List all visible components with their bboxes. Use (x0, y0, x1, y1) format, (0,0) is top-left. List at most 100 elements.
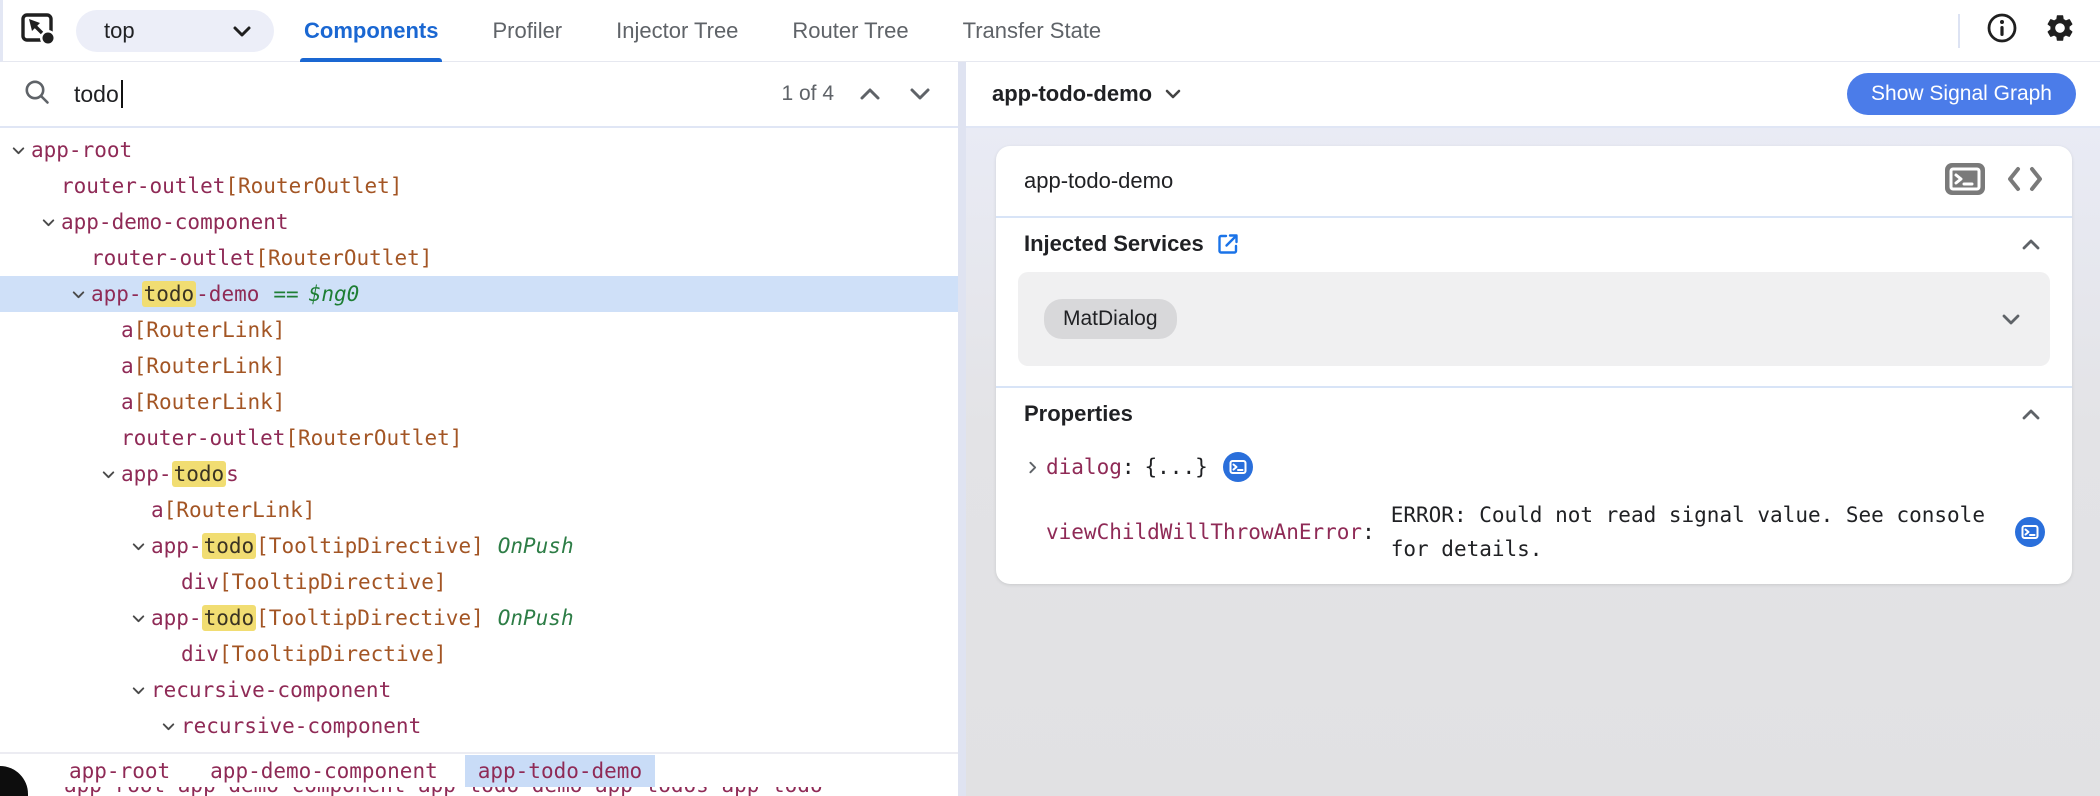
tree-segment-match: todo (171, 461, 227, 487)
tree-segment-el: div (181, 642, 219, 666)
property-row: viewChildWillThrowAnError: ERROR: Could n… (1024, 498, 2046, 566)
tree-segment-dir: [RouterLink] (163, 498, 316, 522)
expand-chevron-icon[interactable] (160, 718, 181, 735)
expand-chevron-icon[interactable] (70, 286, 91, 303)
tree-row[interactable]: app-demo-component (0, 204, 958, 240)
component-menu-chevron-icon[interactable] (1162, 83, 1184, 105)
expand-chevron-icon[interactable] (130, 538, 151, 555)
inspect-element-button[interactable] (18, 11, 58, 51)
search-result-count: 1 of 4 (781, 82, 834, 105)
next-match-button[interactable] (906, 80, 934, 108)
tree-segment-dir: [TooltipDirective] (256, 534, 484, 558)
property-row: dialog: {...} (1024, 444, 2046, 490)
previous-match-button[interactable] (856, 80, 884, 108)
tree-segment-el: a (121, 354, 134, 378)
info-icon (1986, 12, 2018, 49)
view-source-icon[interactable] (2006, 165, 2044, 198)
inspector-content: app-todo-demo Injected Services MatDialo… (966, 128, 2100, 796)
frame-selector-dropdown[interactable]: top (76, 9, 274, 52)
tree-row[interactable]: app-todo -demo == $ng0 (0, 276, 958, 312)
inspect-element-icon (19, 11, 57, 50)
tree-row[interactable]: div [TooltipDirective] (0, 564, 958, 600)
log-to-console-icon[interactable] (2014, 516, 2046, 548)
breadcrumb-item[interactable]: app-todo-demo (464, 754, 656, 787)
collapse-section-icon[interactable] (2018, 401, 2044, 427)
property-colon: : (1362, 520, 1375, 544)
show-signal-graph-button[interactable]: Show Signal Graph (1847, 73, 2076, 115)
tree-row[interactable]: recursive-component (0, 672, 958, 708)
expand-services-icon[interactable] (1998, 306, 2024, 332)
toolbar-right (1958, 12, 2100, 49)
expand-chevron-icon[interactable] (100, 466, 121, 483)
property-name: viewChildWillThrowAnError (1046, 520, 1363, 544)
collapse-section-icon[interactable] (2018, 231, 2044, 257)
breadcrumb-item[interactable]: app-demo-component (197, 755, 451, 787)
devtools-tabs: Components Profiler Injector Tree Router Tr… (300, 0, 1105, 62)
tab-profiler[interactable]: Profiler (488, 0, 566, 62)
service-chip[interactable]: MatDialog (1044, 299, 1177, 339)
info-button[interactable] (1986, 12, 2018, 49)
tree-row[interactable]: router-outlet [RouterOutlet] (0, 240, 958, 276)
tree-row[interactable]: div [TooltipDirective] (0, 636, 958, 672)
tree-row[interactable]: recursive-component (0, 744, 958, 752)
tree-segment-el: app-root (31, 138, 133, 162)
tree-row[interactable]: a [RouterLink] (0, 384, 958, 420)
tree-row[interactable]: a [RouterLink] (0, 348, 958, 384)
tree-row[interactable]: router-outlet [RouterOutlet] (0, 420, 958, 456)
property-value: ERROR: Could not read signal value. See … (1390, 503, 1985, 561)
tree-segment-dir: [TooltipDirective] (218, 642, 447, 666)
panel-resize-handle[interactable] (958, 62, 966, 796)
tree-row[interactable]: app-todo [TooltipDirective] OnPush (0, 600, 958, 636)
tree-segment-dir: [TooltipDirective] (218, 570, 447, 594)
tab-router-tree[interactable]: Router Tree (788, 0, 912, 62)
tree-segment-el: recursive-component (181, 714, 422, 738)
tree-row[interactable]: router-outlet [RouterOutlet] (0, 168, 958, 204)
tree-segment-el: app- (91, 282, 142, 306)
tree-segment-dir: [RouterLink] (133, 354, 286, 378)
details-card-header: app-todo-demo (996, 146, 2072, 216)
tab-injector-tree[interactable]: Injector Tree (612, 0, 742, 62)
breadcrumb-item[interactable]: app-root (56, 755, 183, 787)
external-link-icon[interactable] (1216, 232, 1240, 256)
chevron-down-icon (230, 19, 254, 43)
console-reference-icon[interactable] (1944, 162, 1986, 201)
tree-row[interactable]: app-todo s (0, 456, 958, 492)
log-to-console-icon[interactable] (1222, 451, 1254, 483)
properties-header[interactable]: Properties (996, 388, 2072, 440)
injected-services-header[interactable]: Injected Services (996, 218, 2072, 270)
component-tree-panel: todo 1 of 4 app-root router-outlet [Router… (0, 62, 958, 796)
tree-segment-el: app- (151, 606, 202, 630)
expand-chevron-icon[interactable] (40, 214, 61, 231)
inspector-panel: app-todo-demo Show Signal Graph app-todo… (966, 62, 2100, 796)
expand-chevron-icon[interactable] (130, 610, 151, 627)
tree-row[interactable]: recursive-component (0, 708, 958, 744)
tree-row[interactable]: a [RouterLink] (0, 492, 958, 528)
tree-row[interactable]: app-root (0, 132, 958, 168)
tree-row[interactable]: a [RouterLink] (0, 312, 958, 348)
tab-transfer-state[interactable]: Transfer State (959, 0, 1106, 62)
search-icon (22, 77, 52, 112)
tree-segment-el: app- (151, 534, 202, 558)
details-card-title: app-todo-demo (1024, 168, 1174, 193)
tree-row[interactable]: app-todo [TooltipDirective] OnPush (0, 528, 958, 564)
text-caret (120, 80, 123, 108)
injected-services-title: Injected Services (1024, 231, 1204, 256)
angular-devtools: top Components Profiler Injector Tree Route… (0, 0, 2100, 796)
tree-segment-el: div (181, 570, 219, 594)
settings-button[interactable] (2044, 12, 2076, 49)
properties-list: dialog: {...} viewChildWillThrowAnError: ER… (996, 440, 2072, 584)
tree-segment-eq: == (273, 282, 299, 306)
toolbar-divider (1958, 13, 1960, 48)
expand-chevron-icon[interactable] (10, 142, 31, 159)
tree-segment-onpush: OnPush (497, 534, 574, 558)
tree-segment-el: router-outlet (91, 246, 256, 270)
tree-segment-el: a (121, 318, 134, 342)
expand-property-icon[interactable] (1024, 459, 1046, 476)
devtools-toolbar: top Components Profiler Injector Tree Route… (0, 0, 2100, 62)
gear-icon (2044, 12, 2076, 49)
property-name: dialog (1046, 455, 1122, 479)
expand-chevron-icon[interactable] (130, 682, 151, 699)
tree-segment-el: a (121, 390, 134, 414)
tab-components[interactable]: Components (300, 0, 443, 62)
search-input[interactable]: todo (74, 81, 119, 108)
